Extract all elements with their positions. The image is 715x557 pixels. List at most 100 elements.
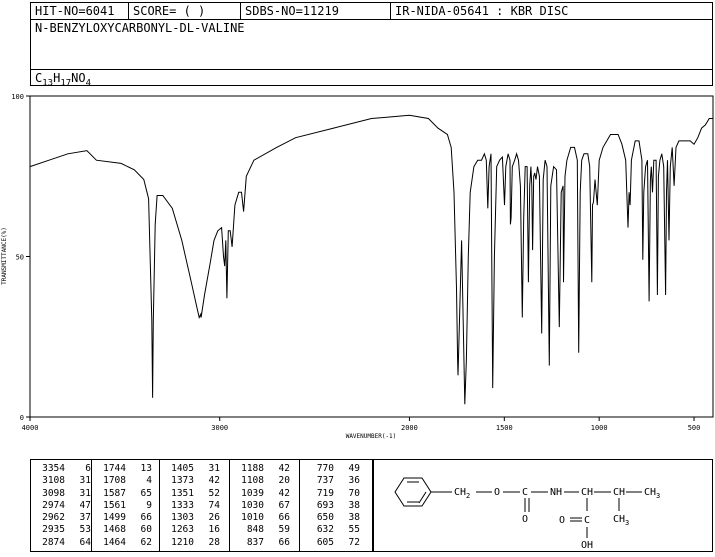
peak-row: 2935 53: [31, 524, 91, 536]
peak-transmittance: 52: [208, 487, 220, 499]
structure-panel: CH2 O C O NH CH CH CH3 CH3 O C OH: [373, 459, 713, 552]
amide-nh: NH: [550, 487, 562, 498]
peak-transmittance: 66: [278, 512, 290, 524]
y-tick-label: 0: [20, 414, 24, 422]
peak-wavenumber: 1561: [103, 499, 126, 511]
acid-oxygen: O: [559, 515, 565, 526]
peak-transmittance: 26: [208, 512, 220, 524]
peak-wavenumber: 1468: [103, 524, 126, 536]
peak-transmittance: 38: [348, 499, 360, 511]
peak-row: 1561 9: [92, 500, 152, 512]
methyl-2: CH3: [613, 514, 629, 527]
peak-row: 1464 62: [92, 537, 152, 549]
peak-wavenumber: 719: [316, 487, 334, 499]
acid-carbon: C: [584, 515, 590, 526]
ir-spectrum-chart: 4000 3000 2000 1500 1000 500 0 50 100 WAVENUMBE…: [1, 93, 714, 440]
peak-wavenumber: 1587: [103, 487, 126, 499]
peak-wavenumber: 632: [316, 524, 334, 536]
x-axis-label: WAVENUMBER(-1): [346, 433, 397, 440]
peak-row: 3354 6: [31, 463, 91, 475]
peak-transmittance: 64: [79, 536, 91, 548]
peak-wavenumber: 3098: [42, 487, 65, 499]
peak-wavenumber: 1303: [171, 512, 194, 524]
x-tick-label: 4000: [22, 424, 39, 432]
peak-row: 1303 26: [160, 512, 220, 524]
peak-transmittance: 42: [278, 463, 290, 474]
peak-transmittance: 55: [348, 524, 360, 536]
x-tick-label: 500: [688, 424, 701, 432]
peak-table: 3354 6 3108 31 3098 31 2974 47 2962 37 2935 53 2874 6…: [30, 459, 373, 552]
peak-row: 3108 31: [31, 475, 91, 487]
peak-wavenumber: 605: [316, 536, 334, 548]
peak-wavenumber: 2874: [42, 536, 65, 548]
peak-column: 1188 42 1108 20 1039 42 1030 67 1010 66 848 59 837 66: [229, 460, 299, 551]
peak-transmittance: 42: [208, 475, 220, 487]
peak-row: 737 36: [300, 475, 360, 487]
peak-transmittance: 16: [208, 524, 220, 536]
peak-transmittance: 62: [140, 536, 152, 548]
peak-row: 1188 42: [230, 463, 290, 475]
peak-row: 2974 47: [31, 500, 91, 512]
hydroxyl: OH: [581, 540, 593, 551]
peak-wavenumber: 1010: [241, 512, 264, 524]
benzene-ring-icon: [394, 477, 432, 507]
beta-ch: CH: [613, 487, 625, 498]
peak-transmittance: 59: [278, 524, 290, 536]
peak-wavenumber: 1708: [103, 475, 126, 487]
peak-transmittance: 36: [348, 475, 360, 487]
peak-row: 1373 42: [160, 475, 220, 487]
peak-transmittance: 66: [278, 536, 290, 548]
score: SCORE= ( ): [129, 3, 241, 19]
peak-wavenumber: 3354: [42, 463, 65, 474]
peak-row: 848 59: [230, 524, 290, 536]
peak-wavenumber: 1030: [241, 499, 264, 511]
header-info-row: HIT-NO=6041 SCORE= ( ) SDBS-NO=11219 IR-…: [31, 3, 712, 20]
peak-wavenumber: 1499: [103, 512, 126, 524]
compound-name: N-BENZYLOXYCARBONYL-DL-VALINE: [35, 21, 245, 35]
peak-row: 1030 67: [230, 500, 290, 512]
peak-transmittance: 49: [348, 463, 360, 474]
peak-transmittance: 60: [140, 524, 152, 536]
peak-wavenumber: 1108: [241, 475, 264, 487]
peak-row: 1468 60: [92, 524, 152, 536]
peak-wavenumber: 1210: [171, 536, 194, 548]
peak-transmittance: 66: [140, 512, 152, 524]
peak-row: 1108 20: [230, 475, 290, 487]
ester-oxygen: O: [494, 487, 500, 498]
peak-wavenumber: 2974: [42, 499, 65, 511]
peak-row: 632 55: [300, 524, 360, 536]
peak-wavenumber: 1333: [171, 499, 194, 511]
structure-diagram: CH2 O C O NH CH CH CH3 CH3 O C OH: [394, 477, 660, 551]
peak-row: 1351 52: [160, 488, 220, 500]
spectrum-header: HIT-NO=6041 SCORE= ( ) SDBS-NO=11219 IR-…: [30, 2, 713, 88]
peak-wavenumber: 737: [316, 475, 334, 487]
peak-transmittance: 72: [348, 536, 360, 548]
methyl-1: CH3: [644, 487, 660, 500]
peak-wavenumber: 770: [316, 463, 334, 474]
alpha-ch: CH: [581, 487, 593, 498]
peak-column: 3354 6 3108 31 3098 31 2974 47 2962 37 2935 53 2874 6…: [31, 460, 91, 551]
peak-wavenumber: 1464: [103, 536, 126, 548]
y-axis-ticks: 0 50 100: [11, 93, 30, 422]
peak-transmittance: 70: [348, 487, 360, 499]
peak-column: 770 49 737 36 719 70 693 38 650 38 632 55 605 72: [299, 460, 372, 551]
peak-transmittance: 67: [278, 499, 290, 511]
peak-row: 605 72: [300, 537, 360, 549]
peak-transmittance: 20: [278, 475, 290, 487]
peak-transmittance: 65: [140, 487, 152, 499]
peak-wavenumber: 693: [316, 499, 334, 511]
sdbs-number: SDBS-NO=11219: [241, 3, 391, 19]
peak-row: 770 49: [300, 463, 360, 475]
peak-row: 650 38: [300, 512, 360, 524]
peak-wavenumber: 2962: [42, 512, 65, 524]
ir-nida-id: IR-NIDA-05641 : KBR DISC: [395, 4, 569, 18]
peak-transmittance: 4: [146, 475, 152, 487]
peak-transmittance: 31: [79, 475, 91, 487]
peak-row: 3098 31: [31, 488, 91, 500]
peak-wavenumber: 1373: [171, 475, 194, 487]
peak-transmittance: 47: [79, 499, 91, 511]
peak-row: 2874 64: [31, 537, 91, 549]
peak-transmittance: 38: [348, 512, 360, 524]
hit-number: HIT-NO=6041: [31, 3, 129, 19]
peak-row: 1039 42: [230, 488, 290, 500]
